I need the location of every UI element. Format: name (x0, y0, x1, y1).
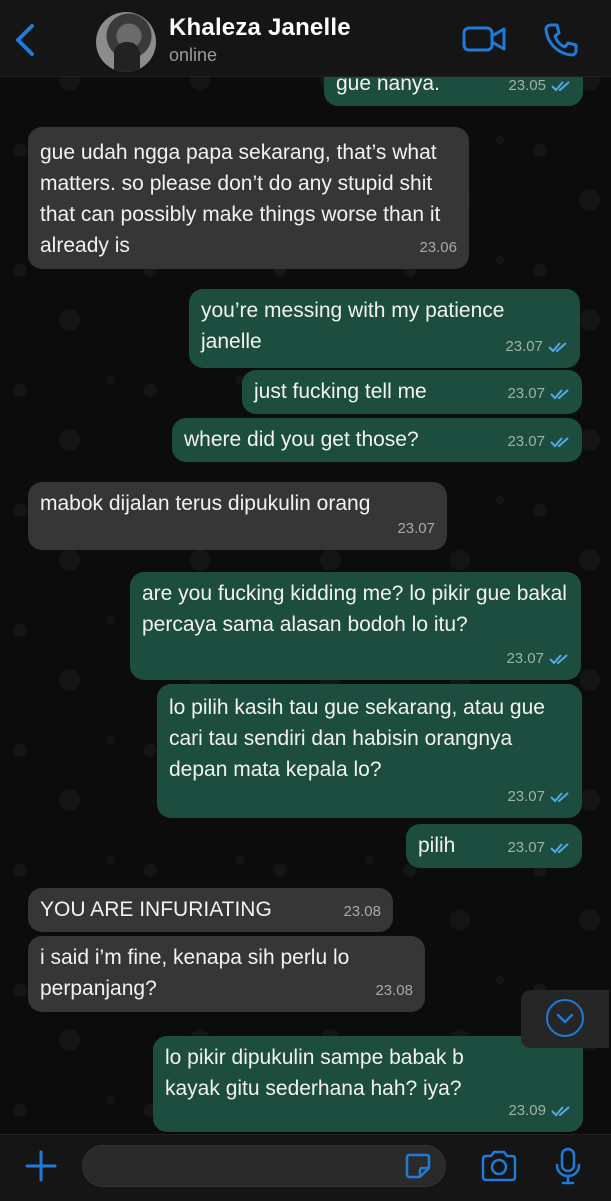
read-ticks-icon (550, 791, 569, 802)
message-time: 23.07 (506, 650, 544, 667)
message-time: 23.07 (507, 839, 545, 856)
message-text: are you fucking kidding me? lo pikir gue… (142, 582, 573, 636)
message-time: 23.07 (507, 385, 545, 402)
read-ticks-icon (551, 80, 570, 91)
message-text: i said i’m fine, kenapa sih perlu lo per… (40, 946, 356, 1000)
message-bubble-outgoing[interactable]: just fucking tell me 23.07 (242, 370, 582, 414)
message-bubble-outgoing[interactable]: pilih 23.07 (406, 824, 582, 868)
message-meta: 23.07 (507, 781, 570, 812)
message-time: 23.07 (507, 788, 545, 805)
scroll-to-bottom-button[interactable] (521, 990, 609, 1048)
message-meta: 23.08 (343, 896, 381, 927)
message-meta: 23.07 (397, 513, 435, 544)
phone-icon[interactable] (543, 22, 579, 58)
sticker-icon[interactable] (405, 1153, 431, 1179)
message-text: YOU ARE INFURIATING (40, 898, 272, 921)
message-bubble-outgoing[interactable]: where did you get those? 23.07 (172, 418, 582, 462)
message-time: 23.07 (505, 338, 543, 355)
avatar[interactable] (96, 12, 156, 72)
message-time: 23.09 (508, 1102, 546, 1119)
read-ticks-icon (549, 653, 568, 664)
message-time: 23.07 (507, 433, 545, 450)
message-bubble-outgoing[interactable]: you’re messing with my patience janelle … (189, 289, 580, 368)
message-bubble-incoming[interactable]: YOU ARE INFURIATING 23.08 (28, 888, 393, 932)
chevron-down-icon (556, 1013, 574, 1024)
contact-name[interactable]: Khaleza Janelle (169, 14, 351, 42)
read-ticks-icon (550, 388, 569, 399)
chat-header: Khaleza Janelle online (0, 0, 611, 77)
message-bubble-outgoing[interactable]: are you fucking kidding me? lo pikir gue… (130, 572, 581, 680)
message-time: 23.06 (419, 239, 457, 256)
message-text: lo pilih kasih tau gue sekarang, atau gu… (169, 696, 551, 781)
message-meta: 23.06 (419, 232, 457, 263)
message-meta: 23.07 (507, 426, 570, 457)
plus-icon[interactable] (24, 1149, 58, 1183)
message-meta: 23.09 (508, 1095, 571, 1126)
message-time: 23.07 (397, 520, 435, 537)
message-meta: 23.07 (507, 832, 570, 863)
camera-icon[interactable] (480, 1149, 518, 1183)
message-bubble-incoming[interactable]: mabok dijalan terus dipukulin orang 23.0… (28, 482, 447, 550)
message-text: mabok dijalan terus dipukulin orang (40, 492, 371, 515)
message-time: 23.08 (343, 903, 381, 920)
message-text: gue udah ngga papa sekarang, that’s what… (40, 141, 447, 257)
chevron-down-circle-icon (546, 999, 584, 1037)
message-input-bar (0, 1134, 611, 1201)
read-ticks-icon (550, 436, 569, 447)
message-time: 23.08 (375, 982, 413, 999)
message-meta: 23.07 (506, 643, 569, 674)
message-meta: 23.07 (507, 378, 570, 409)
message-bubble-outgoing[interactable]: lo pikir dipukulin sampe babak b kayak g… (153, 1036, 583, 1132)
read-ticks-icon (550, 842, 569, 853)
microphone-icon[interactable] (553, 1147, 583, 1185)
chevron-left-icon[interactable] (12, 22, 40, 58)
video-camera-icon[interactable] (462, 24, 506, 54)
message-bubble-incoming[interactable]: gue udah ngga papa sekarang, that’s what… (28, 127, 469, 269)
contact-status: online (169, 45, 218, 65)
message-bubble-incoming[interactable]: i said i’m fine, kenapa sih perlu lo per… (28, 936, 425, 1012)
message-meta: 23.08 (375, 975, 413, 1006)
read-ticks-icon (551, 1105, 570, 1116)
message-meta: 23.07 (505, 331, 568, 362)
message-input[interactable] (82, 1145, 446, 1187)
read-ticks-icon (548, 341, 567, 352)
message-bubble-outgoing[interactable]: lo pilih kasih tau gue sekarang, atau gu… (157, 684, 582, 818)
